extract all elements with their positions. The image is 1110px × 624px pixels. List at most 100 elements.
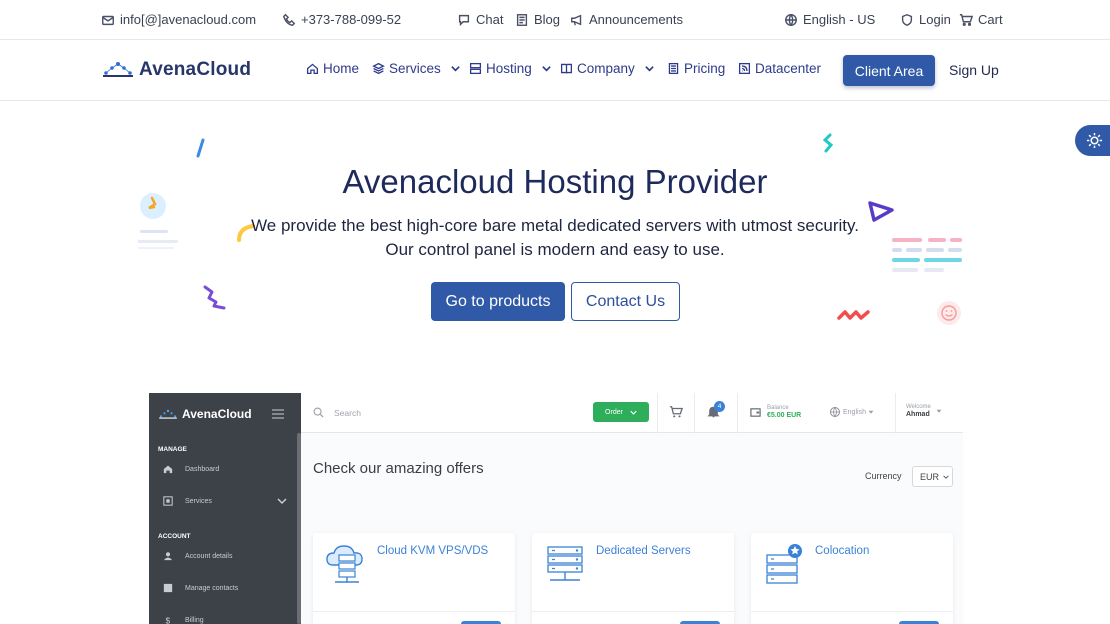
chat-text: Chat [476, 12, 504, 27]
hero-subtitle: We provide the best high-core bare metal… [251, 216, 859, 259]
nav-company[interactable]: Company [560, 61, 655, 76]
sidebar-link-account-details[interactable]: Account details [163, 551, 232, 561]
rss-icon [738, 62, 751, 75]
logo-mark-icon [103, 62, 133, 77]
go-to-products-button[interactable]: Go to products [431, 282, 565, 321]
user-name: Ahmad [906, 411, 930, 418]
nav-hosting[interactable]: Hosting [469, 61, 552, 76]
sidebar-link-services[interactable]: Services [163, 496, 287, 506]
blog-text: Blog [534, 12, 561, 27]
client-area-button[interactable]: Client Area [843, 55, 935, 86]
balance-label: Balance [767, 405, 789, 411]
shield-icon [901, 13, 913, 26]
blog-icon [516, 13, 528, 26]
sidebar-link-billing[interactable]: $ Billing [163, 615, 204, 624]
welcome-label: Welcome [906, 404, 931, 410]
contact-us-button[interactable]: Contact Us [571, 282, 680, 321]
manage-section-heading: MANAGE [158, 446, 187, 453]
colocation-icon [766, 544, 802, 584]
offer-card-title: Cloud KVM VPS/VDS [377, 545, 489, 557]
nav-home[interactable]: Home [306, 61, 359, 76]
nav-pricing[interactable]: Pricing [667, 61, 725, 76]
search-icon [313, 407, 324, 418]
cart-link[interactable]: Cart [959, 12, 1003, 27]
chevron-down-icon [943, 474, 949, 479]
cloud-server-icon [326, 545, 363, 583]
currency-value: EUR [920, 471, 940, 482]
hero-title: Avenacloud Hosting Provider [342, 163, 768, 200]
order-button[interactable]: Order [593, 402, 649, 422]
main-navbar: AvenaCloud Home Services Hosting Company… [0, 41, 1110, 101]
search-placeholder: Search [334, 407, 361, 418]
chat-link[interactable]: Chat [457, 12, 503, 27]
smiley-decoration [937, 301, 961, 325]
phone-link[interactable]: +373-788-099-52 [282, 12, 401, 27]
sidebar-link-manage-contacts[interactable]: Manage contacts [163, 583, 238, 593]
logo-mark-icon [159, 409, 177, 419]
balance-display[interactable]: Balance €5.00 EUR [750, 405, 801, 419]
topbar-divider [895, 393, 896, 433]
login-link[interactable]: Login [900, 12, 951, 27]
globe-icon [830, 407, 840, 417]
offer-card-colocation[interactable]: Colocation [751, 533, 953, 624]
mail-icon [102, 15, 114, 25]
preview-search[interactable]: Search [313, 407, 361, 418]
nav-services[interactable]: Services [372, 61, 461, 76]
preview-sidebar: AvenaCloud MANAGE Dashboard Services ACC… [149, 393, 301, 624]
home-icon [306, 63, 319, 75]
card-divider [313, 611, 515, 612]
brand-name: AvenaCloud [139, 59, 252, 80]
user-menu[interactable]: Welcome Ahmad [906, 404, 942, 418]
sidebar-link-label: Manage contacts [185, 584, 239, 592]
chevron-down-icon [542, 66, 551, 72]
nav-datacenter[interactable]: Datacenter [738, 61, 821, 76]
language-text: English - US [803, 12, 876, 27]
teal-squiggle-decoration [822, 133, 834, 153]
chevron-down-icon [630, 410, 637, 415]
topbar-divider [737, 393, 738, 433]
contacts-icon [163, 583, 173, 593]
currency-select[interactable]: EUR [912, 466, 953, 487]
preview-language-selector[interactable]: English [829, 406, 874, 418]
email-link[interactable]: info[@]avenacloud.com [101, 12, 256, 27]
login-text: Login [919, 12, 951, 27]
language-selector[interactable]: English - US [784, 12, 875, 27]
dedicated-server-icon [547, 546, 583, 581]
blog-link[interactable]: Blog [515, 12, 560, 27]
announcements-link[interactable]: Announcements [570, 12, 683, 27]
email-text: info[@]avenacloud.com [120, 12, 257, 27]
purple-zigzag-decoration [203, 285, 226, 310]
sidebar-link-label: Dashboard [185, 465, 220, 473]
preview-logo: AvenaCloud [158, 407, 252, 421]
chat-icon [458, 14, 470, 26]
sidebar-link-dashboard[interactable]: Dashboard [163, 464, 219, 474]
chevron-down-icon [451, 66, 460, 72]
account-section-heading: ACCOUNT [158, 533, 191, 540]
notification-count-badge: 4 [714, 401, 725, 412]
cart-icon[interactable] [669, 405, 683, 419]
balance-value: €5.00 EUR [767, 412, 802, 419]
offer-card-cloud-vps[interactable]: Cloud KVM VPS/VDS [313, 533, 515, 624]
sign-up-link[interactable]: Sign Up [949, 62, 999, 78]
wallet-icon [750, 407, 761, 417]
offer-card-dedicated[interactable]: Dedicated Servers [532, 533, 734, 624]
announcements-text: Announcements [589, 12, 683, 27]
preview-topbar: Search Order 4 Balance €5.00 EUR English [301, 393, 963, 433]
purple-triangle-decoration [868, 201, 894, 222]
notifications-button[interactable]: 4 [705, 401, 727, 423]
document-icon [668, 62, 679, 75]
chevron-down-icon [645, 66, 654, 72]
user-icon [163, 552, 173, 561]
hamburger-menu-icon[interactable] [272, 409, 284, 419]
dollar-icon: $ [166, 615, 171, 624]
topbar-divider [694, 393, 695, 433]
megaphone-icon [571, 14, 582, 25]
top-bar: info[@]avenacloud.com +373-788-099-52 Ch… [0, 0, 1110, 40]
theme-toggle-button[interactable] [1075, 125, 1110, 156]
sidebar-scrollbar[interactable] [297, 433, 301, 624]
globe-icon [785, 13, 797, 26]
blue-dash-decoration [196, 138, 205, 158]
brand-logo[interactable]: AvenaCloud [101, 59, 251, 81]
preview-logo-text: AvenaCloud [182, 407, 252, 421]
preview-language-text: English [843, 408, 866, 416]
